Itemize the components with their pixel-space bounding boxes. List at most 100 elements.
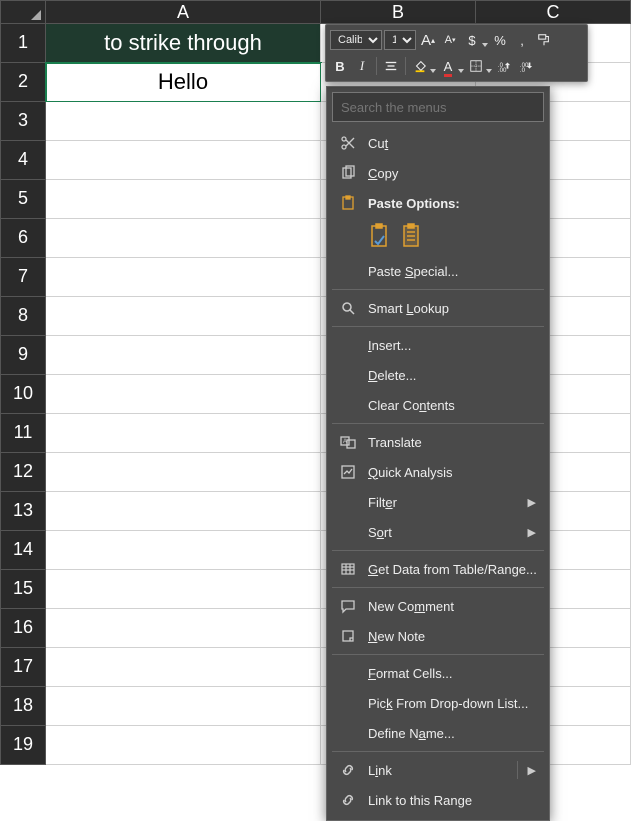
new-note-menuitem[interactable]: New Note bbox=[332, 621, 544, 651]
cell[interactable] bbox=[46, 141, 321, 180]
menu-label: Copy bbox=[368, 166, 398, 181]
cell[interactable] bbox=[46, 609, 321, 648]
pick-dropdown-menuitem[interactable]: Pick From Drop-down List... bbox=[332, 688, 544, 718]
row-header-13[interactable]: 13 bbox=[0, 492, 46, 531]
cell[interactable] bbox=[46, 297, 321, 336]
decrease-font-button[interactable]: A▾ bbox=[440, 30, 460, 50]
row-header-8[interactable]: 8 bbox=[0, 297, 46, 336]
cell[interactable] bbox=[46, 726, 321, 765]
font-color-button[interactable]: A bbox=[438, 56, 458, 76]
row-header-11[interactable]: 11 bbox=[0, 414, 46, 453]
cell[interactable] bbox=[46, 531, 321, 570]
col-header-C[interactable]: C bbox=[476, 0, 631, 24]
menu-label: Clear Contents bbox=[368, 398, 455, 413]
clear-contents-menuitem[interactable]: Clear Contents bbox=[332, 390, 544, 420]
row-header-10[interactable]: 10 bbox=[0, 375, 46, 414]
increase-decimal-button[interactable]: .0.00 bbox=[494, 56, 514, 76]
row-header-18[interactable]: 18 bbox=[0, 687, 46, 726]
row-header-12[interactable]: 12 bbox=[0, 453, 46, 492]
define-name-menuitem[interactable]: Define Name... bbox=[332, 718, 544, 748]
row-header-14[interactable]: 14 bbox=[0, 531, 46, 570]
cell[interactable] bbox=[46, 570, 321, 609]
delete-menuitem[interactable]: Delete... bbox=[332, 360, 544, 390]
menu-label: Filter bbox=[368, 495, 397, 510]
menu-label: Insert... bbox=[368, 338, 411, 353]
dropdown-icon[interactable] bbox=[458, 63, 464, 69]
format-cells-menuitem[interactable]: Format Cells... bbox=[332, 658, 544, 688]
row-header-7[interactable]: 7 bbox=[0, 258, 46, 297]
insert-menuitem[interactable]: Insert... bbox=[332, 330, 544, 360]
font-size-select[interactable]: 11 bbox=[384, 30, 416, 50]
italic-button[interactable]: I bbox=[352, 56, 372, 76]
quick-analysis-menuitem[interactable]: Quick Analysis bbox=[332, 457, 544, 487]
cell[interactable] bbox=[46, 375, 321, 414]
menu-label: Translate bbox=[368, 435, 422, 450]
decrease-decimal-button[interactable]: .00.0 bbox=[516, 56, 536, 76]
cell[interactable] bbox=[46, 336, 321, 375]
menu-search-input[interactable] bbox=[332, 92, 544, 122]
fill-color-button[interactable] bbox=[410, 56, 430, 76]
cell-A3[interactable] bbox=[46, 102, 321, 141]
menu-label: Get Data from Table/Range... bbox=[368, 562, 537, 577]
menu-label: New Comment bbox=[368, 599, 454, 614]
dropdown-icon[interactable] bbox=[430, 63, 436, 69]
link-range-menuitem[interactable]: Link to this Range bbox=[332, 785, 544, 815]
row-header-17[interactable]: 17 bbox=[0, 648, 46, 687]
bold-button[interactable]: B bbox=[330, 56, 350, 76]
paste-button[interactable] bbox=[368, 222, 392, 250]
row-header-6[interactable]: 6 bbox=[0, 219, 46, 258]
dropdown-icon[interactable] bbox=[482, 37, 488, 43]
cell[interactable] bbox=[46, 258, 321, 297]
align-center-button[interactable] bbox=[381, 56, 401, 76]
new-comment-menuitem[interactable]: New Comment bbox=[332, 591, 544, 621]
dropdown-icon[interactable] bbox=[486, 63, 492, 69]
paste-values-button[interactable] bbox=[400, 222, 424, 250]
cell[interactable] bbox=[46, 180, 321, 219]
search-icon bbox=[338, 298, 358, 318]
row-header-5[interactable]: 5 bbox=[0, 180, 46, 219]
cell[interactable] bbox=[46, 453, 321, 492]
row-header-19[interactable]: 19 bbox=[0, 726, 46, 765]
currency-format-button[interactable]: $ bbox=[462, 30, 482, 50]
increase-font-button[interactable]: A▴ bbox=[418, 30, 438, 50]
menu-label: New Note bbox=[368, 629, 425, 644]
col-header-A[interactable]: A bbox=[46, 0, 321, 24]
cell[interactable] bbox=[46, 492, 321, 531]
row-header-16[interactable]: 16 bbox=[0, 609, 46, 648]
paste-special-menuitem[interactable]: Paste Special... bbox=[332, 256, 544, 286]
borders-button[interactable] bbox=[466, 56, 486, 76]
translate-menuitem[interactable]: A Translate bbox=[332, 427, 544, 457]
copy-icon bbox=[338, 163, 358, 183]
format-painter-button[interactable] bbox=[534, 30, 554, 50]
cell[interactable] bbox=[46, 648, 321, 687]
chevron-right-icon: ▶ bbox=[528, 526, 536, 539]
row-header-1[interactable]: 1 bbox=[0, 24, 46, 63]
font-name-select[interactable]: Calibri bbox=[330, 30, 382, 50]
chevron-right-icon: ▶ bbox=[528, 496, 536, 509]
row-header-15[interactable]: 15 bbox=[0, 570, 46, 609]
filter-menuitem[interactable]: Filter ▶ bbox=[332, 487, 544, 517]
menu-label: Paste Special... bbox=[368, 264, 458, 279]
row-header-2[interactable]: 2 bbox=[0, 63, 46, 102]
cell[interactable] bbox=[46, 219, 321, 258]
cell-A2[interactable]: Hello bbox=[46, 63, 321, 102]
copy-menuitem[interactable]: Copy bbox=[332, 158, 544, 188]
context-menu: Cut Copy Paste Options: Paste Special...… bbox=[326, 86, 550, 821]
paste-options-header: Paste Options: bbox=[332, 188, 544, 218]
sort-menuitem[interactable]: Sort▶ bbox=[332, 517, 544, 547]
cell[interactable] bbox=[46, 687, 321, 726]
cut-menuitem[interactable]: Cut bbox=[332, 128, 544, 158]
row-header-4[interactable]: 4 bbox=[0, 141, 46, 180]
cell[interactable] bbox=[46, 414, 321, 453]
percent-format-button[interactable]: % bbox=[490, 30, 510, 50]
cell-A1[interactable]: to strike through bbox=[46, 24, 321, 63]
col-header-B[interactable]: B bbox=[321, 0, 476, 24]
row-header-3[interactable]: 3 bbox=[0, 102, 46, 141]
menu-label: Paste Options: bbox=[368, 196, 460, 211]
row-header-9[interactable]: 9 bbox=[0, 336, 46, 375]
link-menuitem[interactable]: Link ▶ bbox=[332, 755, 544, 785]
smart-lookup-menuitem[interactable]: Smart Lookup bbox=[332, 293, 544, 323]
select-all-corner[interactable] bbox=[0, 0, 46, 24]
get-data-menuitem[interactable]: Get Data from Table/Range... bbox=[332, 554, 544, 584]
comma-format-button[interactable]: , bbox=[512, 30, 532, 50]
